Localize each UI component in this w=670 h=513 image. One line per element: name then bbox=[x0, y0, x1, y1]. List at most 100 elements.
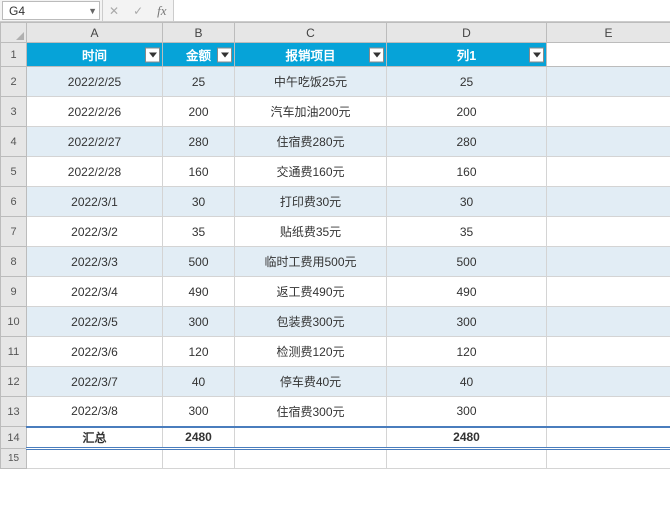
cell-amount[interactable]: 40 bbox=[163, 367, 235, 397]
col-head-B[interactable]: B bbox=[163, 23, 235, 43]
cell[interactable] bbox=[163, 449, 235, 469]
cell-amount[interactable]: 300 bbox=[163, 397, 235, 427]
row-head[interactable]: 12 bbox=[1, 367, 27, 397]
cell[interactable] bbox=[547, 337, 670, 367]
cell-item[interactable]: 返工费490元 bbox=[235, 277, 387, 307]
cell[interactable] bbox=[547, 217, 670, 247]
row-head[interactable]: 5 bbox=[1, 157, 27, 187]
row-head[interactable]: 8 bbox=[1, 247, 27, 277]
cell-amount[interactable]: 160 bbox=[163, 157, 235, 187]
cell-amount[interactable]: 500 bbox=[163, 247, 235, 277]
cancel-icon[interactable]: ✕ bbox=[109, 4, 119, 18]
header-time[interactable]: 时间 bbox=[27, 43, 163, 67]
chevron-down-icon[interactable]: ▼ bbox=[88, 6, 97, 16]
cell[interactable] bbox=[547, 157, 670, 187]
cell-item[interactable]: 住宿费300元 bbox=[235, 397, 387, 427]
confirm-icon[interactable]: ✓ bbox=[133, 4, 143, 18]
cell[interactable] bbox=[235, 449, 387, 469]
cell-item[interactable]: 打印费30元 bbox=[235, 187, 387, 217]
cell[interactable] bbox=[547, 397, 670, 427]
row-head[interactable]: 13 bbox=[1, 397, 27, 427]
cell-time[interactable]: 2022/3/1 bbox=[27, 187, 163, 217]
cell-time[interactable]: 2022/3/6 bbox=[27, 337, 163, 367]
cell-col1[interactable]: 200 bbox=[387, 97, 547, 127]
row-head[interactable]: 9 bbox=[1, 277, 27, 307]
filter-icon[interactable] bbox=[217, 47, 232, 62]
cell-time[interactable]: 2022/2/28 bbox=[27, 157, 163, 187]
cell[interactable] bbox=[547, 187, 670, 217]
cell[interactable] bbox=[547, 97, 670, 127]
cell[interactable] bbox=[547, 449, 670, 469]
cell[interactable] bbox=[547, 127, 670, 157]
cell-col1[interactable]: 500 bbox=[387, 247, 547, 277]
cell[interactable] bbox=[547, 247, 670, 277]
cell[interactable] bbox=[547, 43, 670, 67]
row-head[interactable]: 11 bbox=[1, 337, 27, 367]
select-all-corner[interactable] bbox=[1, 23, 27, 43]
cell-col1[interactable]: 40 bbox=[387, 367, 547, 397]
header-amount[interactable]: 金额 bbox=[163, 43, 235, 67]
cell-amount[interactable]: 25 bbox=[163, 67, 235, 97]
cell-col1[interactable]: 35 bbox=[387, 217, 547, 247]
cell-time[interactable]: 2022/2/27 bbox=[27, 127, 163, 157]
row-head[interactable]: 10 bbox=[1, 307, 27, 337]
cell-item[interactable]: 临时工费用500元 bbox=[235, 247, 387, 277]
filter-icon[interactable] bbox=[369, 47, 384, 62]
row-head[interactable]: 6 bbox=[1, 187, 27, 217]
cell-amount[interactable]: 200 bbox=[163, 97, 235, 127]
header-col1[interactable]: 列1 bbox=[387, 43, 547, 67]
cell-time[interactable]: 2022/3/4 bbox=[27, 277, 163, 307]
summary-label[interactable]: 汇总 bbox=[27, 427, 163, 449]
cell-amount[interactable]: 300 bbox=[163, 307, 235, 337]
row-head[interactable]: 4 bbox=[1, 127, 27, 157]
cell[interactable] bbox=[547, 367, 670, 397]
cell-item[interactable]: 汽车加油200元 bbox=[235, 97, 387, 127]
row-head[interactable]: 7 bbox=[1, 217, 27, 247]
row-head[interactable]: 3 bbox=[1, 97, 27, 127]
cell[interactable] bbox=[547, 307, 670, 337]
row-head[interactable]: 1 bbox=[1, 43, 27, 67]
col-head-A[interactable]: A bbox=[27, 23, 163, 43]
cell[interactable] bbox=[27, 449, 163, 469]
summary-amount[interactable]: 2480 bbox=[163, 427, 235, 449]
name-box[interactable]: G4 ▼ bbox=[2, 1, 100, 20]
cell-time[interactable]: 2022/2/25 bbox=[27, 67, 163, 97]
cell-time[interactable]: 2022/3/7 bbox=[27, 367, 163, 397]
row-head[interactable]: 15 bbox=[1, 449, 27, 469]
cell-time[interactable]: 2022/3/2 bbox=[27, 217, 163, 247]
cell-item[interactable]: 贴纸费35元 bbox=[235, 217, 387, 247]
cell-col1[interactable]: 300 bbox=[387, 307, 547, 337]
cell-col1[interactable]: 160 bbox=[387, 157, 547, 187]
cell[interactable] bbox=[387, 449, 547, 469]
cell-item[interactable]: 中午吃饭25元 bbox=[235, 67, 387, 97]
cell[interactable] bbox=[547, 277, 670, 307]
row-head[interactable]: 14 bbox=[1, 427, 27, 449]
cell-amount[interactable]: 120 bbox=[163, 337, 235, 367]
cell-time[interactable]: 2022/3/8 bbox=[27, 397, 163, 427]
filter-icon[interactable] bbox=[145, 47, 160, 62]
summary-col1[interactable]: 2480 bbox=[387, 427, 547, 449]
cell-amount[interactable]: 280 bbox=[163, 127, 235, 157]
col-head-D[interactable]: D bbox=[387, 23, 547, 43]
col-head-E[interactable]: E bbox=[547, 23, 670, 43]
cell-time[interactable]: 2022/3/3 bbox=[27, 247, 163, 277]
header-item[interactable]: 报销项目 bbox=[235, 43, 387, 67]
cell-col1[interactable]: 120 bbox=[387, 337, 547, 367]
col-head-C[interactable]: C bbox=[235, 23, 387, 43]
cell-amount[interactable]: 490 bbox=[163, 277, 235, 307]
cell-time[interactable]: 2022/3/5 bbox=[27, 307, 163, 337]
cell-item[interactable]: 包装费300元 bbox=[235, 307, 387, 337]
cell[interactable] bbox=[547, 67, 670, 97]
summary-item[interactable] bbox=[235, 427, 387, 449]
cell-amount[interactable]: 35 bbox=[163, 217, 235, 247]
cell-col1[interactable]: 25 bbox=[387, 67, 547, 97]
cell-col1[interactable]: 490 bbox=[387, 277, 547, 307]
cell-item[interactable]: 交通费160元 bbox=[235, 157, 387, 187]
cell-col1[interactable]: 300 bbox=[387, 397, 547, 427]
filter-icon[interactable] bbox=[529, 47, 544, 62]
cell-item[interactable]: 停车费40元 bbox=[235, 367, 387, 397]
cell[interactable] bbox=[547, 427, 670, 449]
cell-item[interactable]: 住宿费280元 bbox=[235, 127, 387, 157]
cell-time[interactable]: 2022/2/26 bbox=[27, 97, 163, 127]
cell-col1[interactable]: 280 bbox=[387, 127, 547, 157]
